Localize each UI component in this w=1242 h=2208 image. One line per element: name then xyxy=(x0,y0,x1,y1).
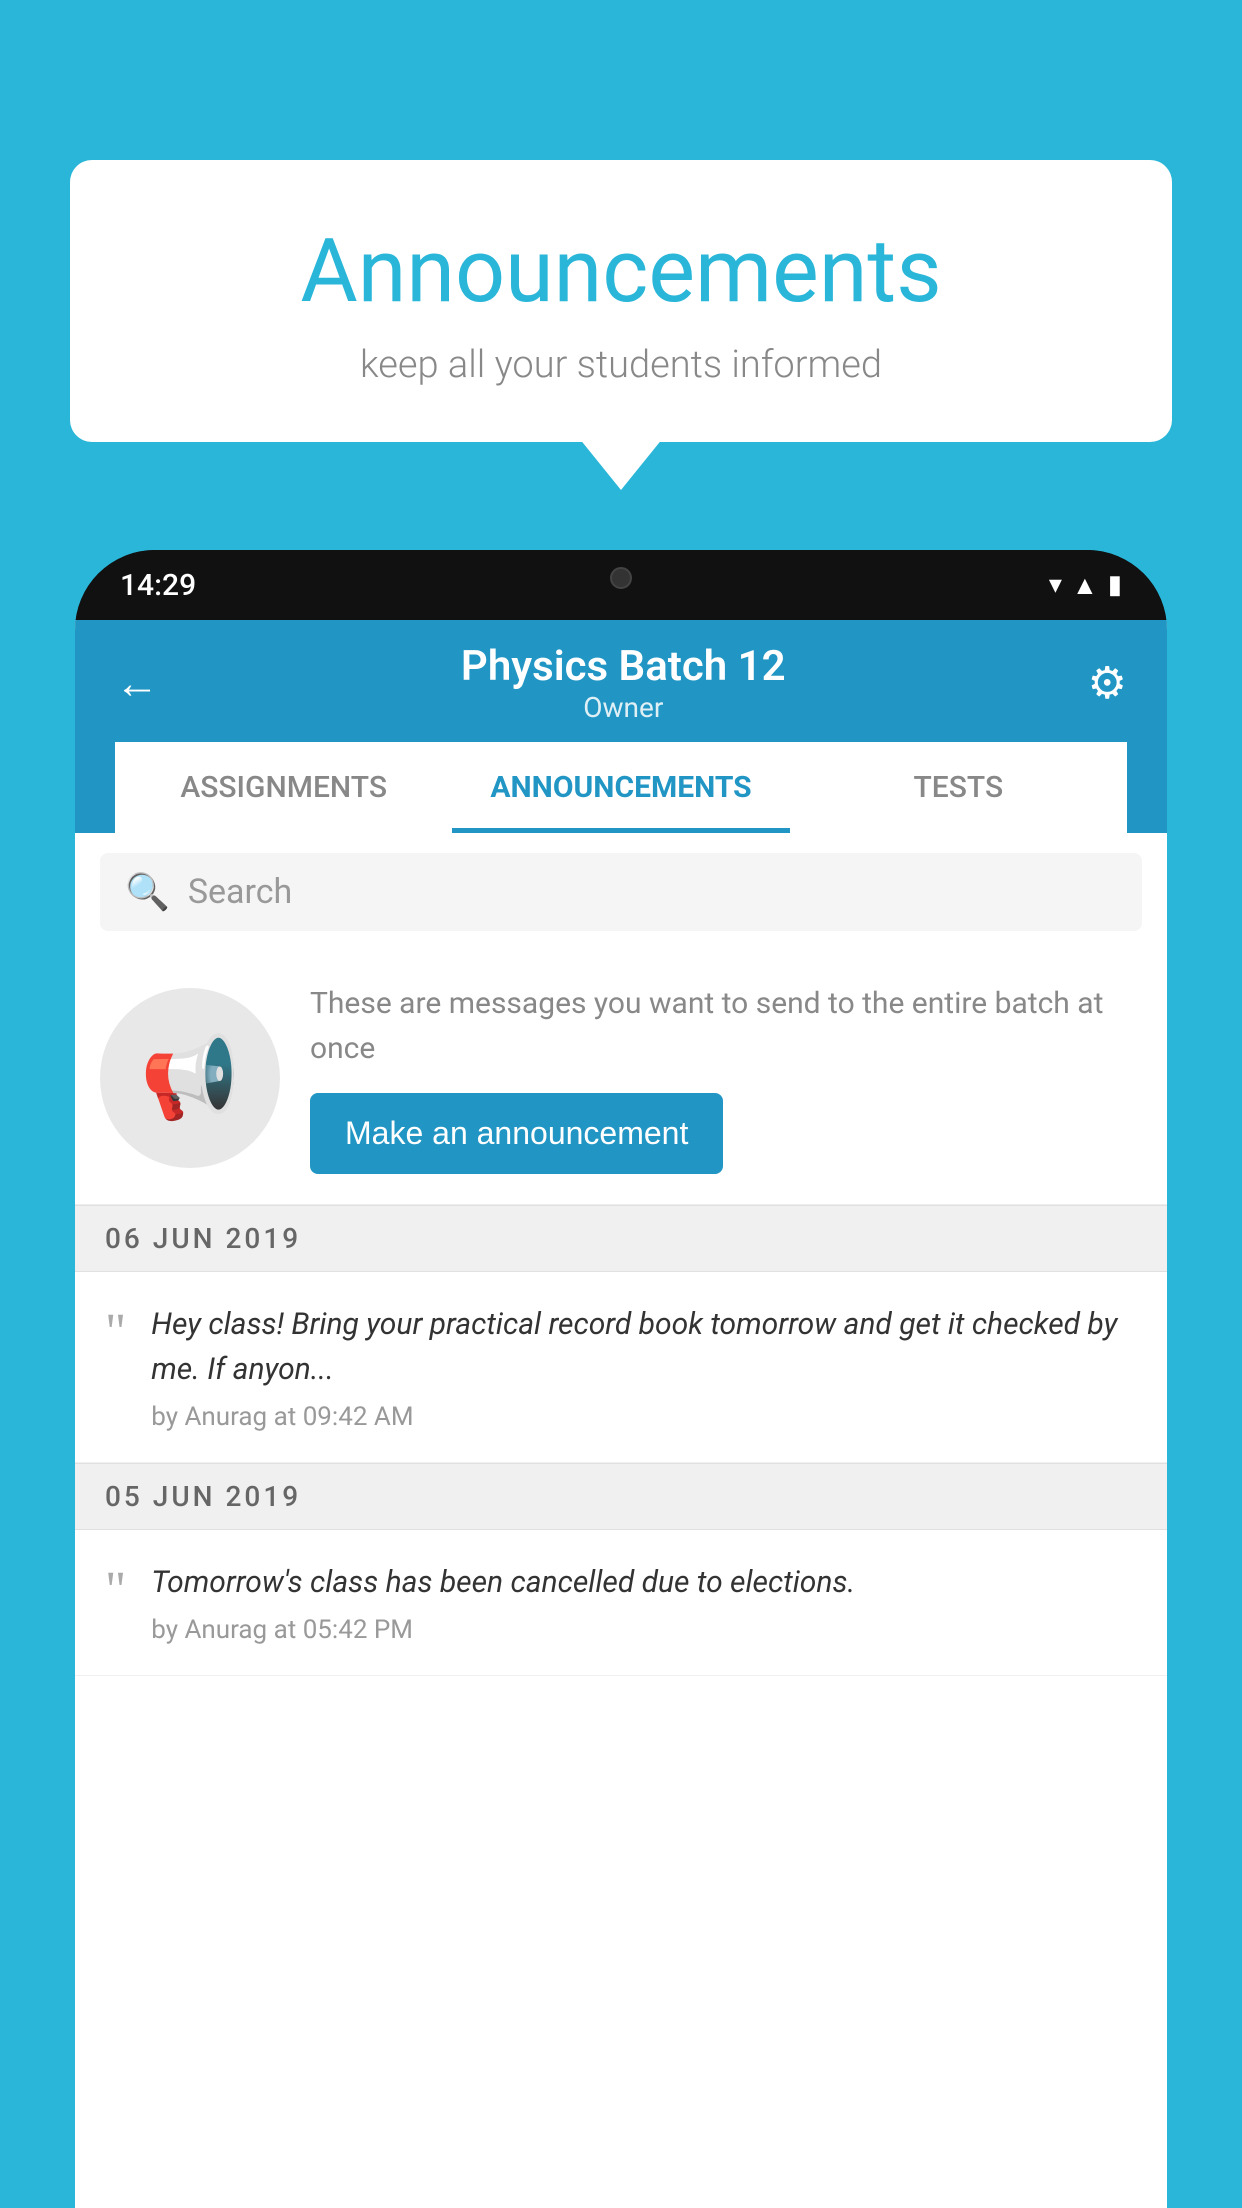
phone-notch xyxy=(541,550,701,605)
status-bar: 14:29 ▾ ▲ ▮ xyxy=(75,550,1167,620)
header-top-row: ← Physics Batch 12 Owner ⚙ xyxy=(115,642,1127,742)
batch-role: Owner xyxy=(159,691,1088,724)
wifi-icon: ▾ xyxy=(1049,570,1062,600)
speech-bubble-card: Announcements keep all your students inf… xyxy=(70,160,1172,442)
phone-frame: 14:29 ▾ ▲ ▮ ← Physics Batch 12 Owner ⚙ xyxy=(75,550,1167,2208)
speech-bubble-section: Announcements keep all your students inf… xyxy=(70,160,1172,442)
promo-section: 📢 These are messages you want to send to… xyxy=(75,951,1167,1205)
announcement-text-2: Tomorrow's class has been cancelled due … xyxy=(151,1560,1137,1605)
promo-content: These are messages you want to send to t… xyxy=(310,981,1142,1174)
search-bar[interactable]: 🔍 Search xyxy=(100,853,1142,931)
announcement-item-1[interactable]: " Hey class! Bring your practical record… xyxy=(75,1272,1167,1463)
app-header: ← Physics Batch 12 Owner ⚙ ASSIGNMENTS A… xyxy=(75,620,1167,833)
header-title-group: Physics Batch 12 Owner xyxy=(159,642,1088,724)
announcement-content-2: Tomorrow's class has been cancelled due … xyxy=(151,1560,1137,1645)
camera-dot xyxy=(610,567,632,589)
app-content: ← Physics Batch 12 Owner ⚙ ASSIGNMENTS A… xyxy=(75,620,1167,2208)
tab-assignments[interactable]: ASSIGNMENTS xyxy=(115,742,452,833)
announcements-heading: Announcements xyxy=(110,220,1132,323)
quote-icon-1: " xyxy=(105,1307,126,1359)
promo-icon-circle: 📢 xyxy=(100,988,280,1168)
signal-icon: ▲ xyxy=(1072,570,1098,601)
tab-bar: ASSIGNMENTS ANNOUNCEMENTS TESTS xyxy=(115,742,1127,833)
status-time: 14:29 xyxy=(120,568,196,603)
battery-icon: ▮ xyxy=(1108,570,1122,600)
announcements-tagline: keep all your students informed xyxy=(110,343,1132,387)
tab-announcements[interactable]: ANNOUNCEMENTS xyxy=(452,742,789,833)
megaphone-icon: 📢 xyxy=(140,1031,240,1125)
announcement-meta-2: by Anurag at 05:42 PM xyxy=(151,1615,1137,1645)
date-divider-june6: 06 JUN 2019 xyxy=(75,1205,1167,1272)
announcement-item-2[interactable]: " Tomorrow's class has been cancelled du… xyxy=(75,1530,1167,1676)
announcement-content-1: Hey class! Bring your practical record b… xyxy=(151,1302,1137,1432)
search-container: 🔍 Search xyxy=(75,833,1167,951)
quote-icon-2: " xyxy=(105,1565,126,1617)
settings-icon[interactable]: ⚙ xyxy=(1088,657,1127,709)
batch-title: Physics Batch 12 xyxy=(159,642,1088,691)
date-divider-june5: 05 JUN 2019 xyxy=(75,1463,1167,1530)
back-button[interactable]: ← xyxy=(115,657,159,709)
search-icon: 🔍 xyxy=(125,871,170,913)
status-icons: ▾ ▲ ▮ xyxy=(1049,570,1122,601)
tab-tests[interactable]: TESTS xyxy=(790,742,1127,833)
promo-description: These are messages you want to send to t… xyxy=(310,981,1142,1071)
announcement-meta-1: by Anurag at 09:42 AM xyxy=(151,1402,1137,1432)
make-announcement-button[interactable]: Make an announcement xyxy=(310,1093,723,1174)
search-placeholder-text: Search xyxy=(188,872,292,912)
announcement-text-1: Hey class! Bring your practical record b… xyxy=(151,1302,1137,1392)
